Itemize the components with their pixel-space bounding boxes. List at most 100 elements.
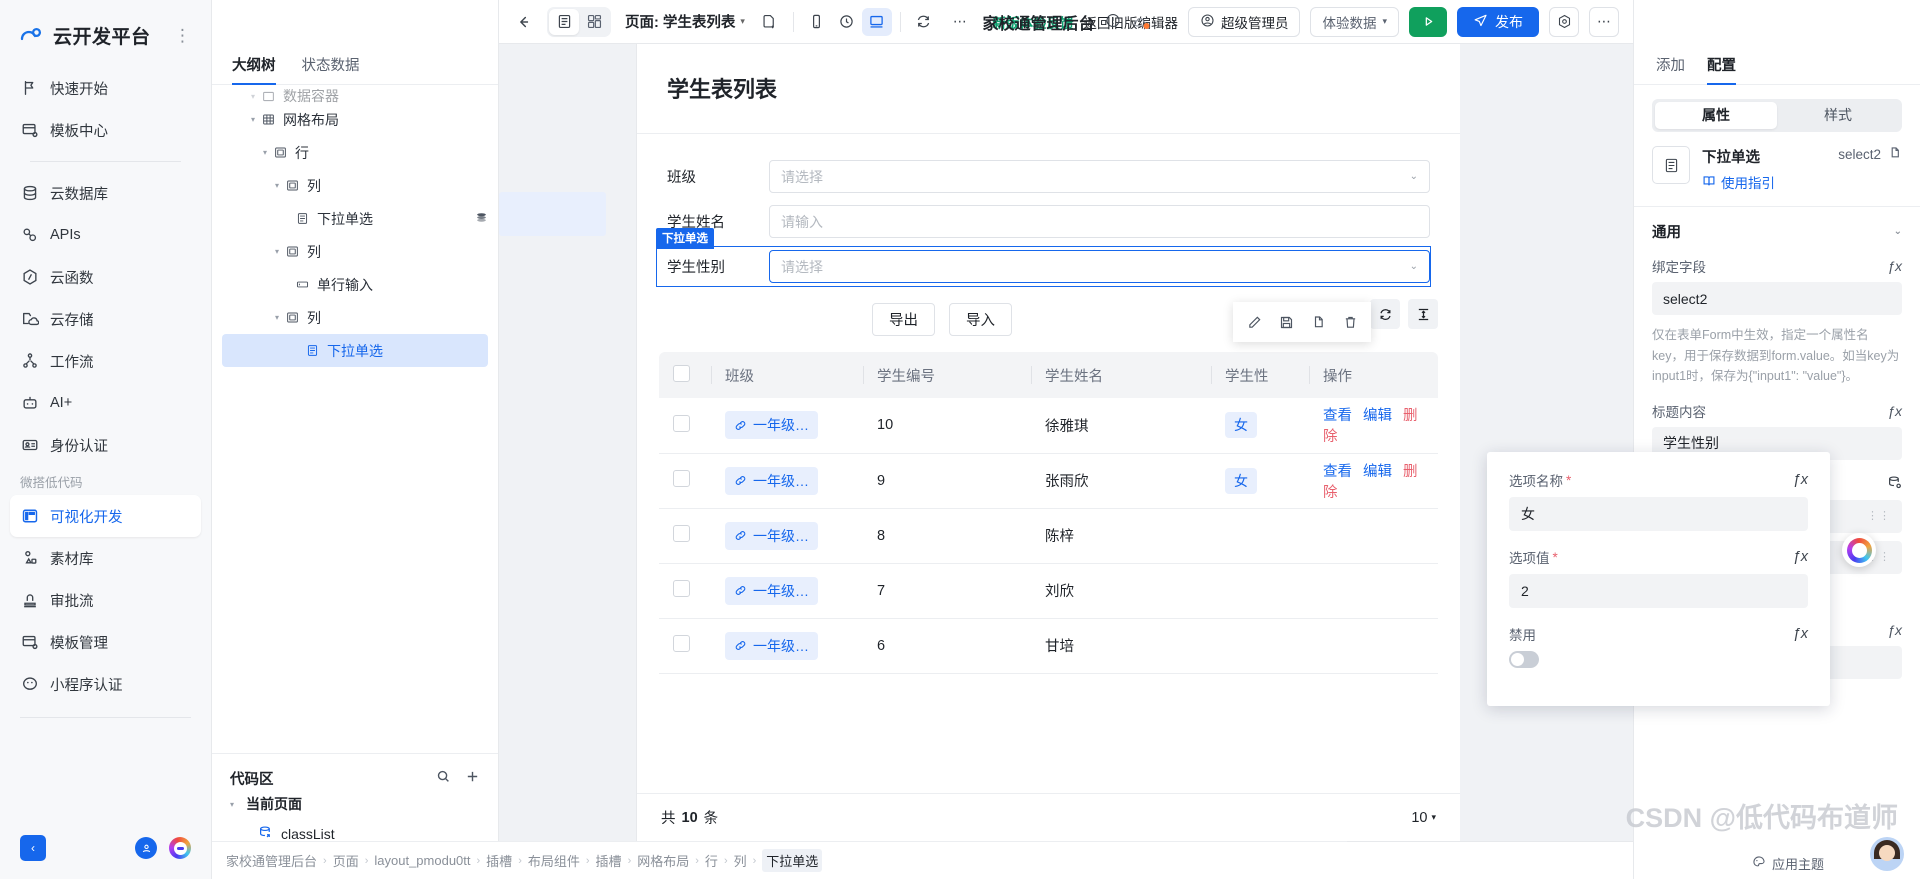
view-link[interactable]: 查看 (1323, 464, 1352, 480)
tree-node-select-selected[interactable]: 下拉单选 (222, 334, 488, 367)
row-checkbox[interactable] (673, 580, 690, 597)
option-value-input[interactable]: 2 (1509, 574, 1808, 608)
table-header-actions[interactable]: 操作 (1309, 352, 1438, 398)
sidebar-item-apis[interactable]: APIs (10, 214, 201, 256)
desktop-icon[interactable] (861, 7, 892, 36)
fx-icon[interactable]: ƒx (1793, 549, 1808, 565)
sidebar-item-functions[interactable]: 云函数 (10, 256, 201, 298)
tree-node-col[interactable]: ▾ 列 (212, 169, 498, 202)
tree-node-row[interactable]: ▾ 行 (212, 136, 498, 169)
row-checkbox[interactable] (673, 525, 690, 542)
copy-icon[interactable] (1302, 307, 1334, 337)
class-select[interactable]: 请选择 ⌄ (769, 160, 1430, 193)
publish-button[interactable]: 发布 (1457, 6, 1539, 37)
more-horizontal-icon[interactable]: ⋯ (945, 8, 975, 36)
class-link-chip[interactable]: 一年级… (725, 631, 818, 660)
segment-attributes[interactable]: 属性 (1655, 102, 1777, 129)
option-name-input[interactable]: 女 (1509, 497, 1808, 531)
tree-node[interactable]: ▾ 数据容器 (212, 89, 498, 103)
class-link-chip[interactable]: 一年级… (725, 411, 818, 440)
usage-guide-link[interactable]: 使用指引 (1702, 172, 1775, 192)
table-header-gender[interactable]: 学生性 (1211, 352, 1309, 398)
select-all-checkbox[interactable] (673, 364, 690, 382)
table-header-name[interactable]: 学生姓名 (1031, 352, 1211, 398)
fx-icon[interactable]: ƒx (1887, 258, 1902, 274)
caret-icon[interactable]: ▾ (270, 313, 284, 322)
table-row[interactable]: 一年级… 9 张雨欣 女 查看 编辑 删除 (659, 453, 1438, 509)
fx-icon[interactable]: ƒx (1793, 626, 1808, 642)
gender-select[interactable]: 请选择 ⌄ (769, 250, 1430, 283)
page-selector[interactable]: 页面: 学生表列表 ▾ (625, 11, 745, 32)
sidebar-item-quickstart[interactable]: 快速开始 (10, 67, 201, 109)
caret-icon[interactable]: ▾ (270, 247, 284, 256)
copy-icon[interactable] (1888, 146, 1902, 163)
import-button[interactable]: 导入 (949, 303, 1012, 336)
datasource-icon[interactable] (1887, 475, 1902, 493)
fx-icon[interactable]: ƒx (1887, 622, 1902, 638)
breadcrumb-item[interactable]: 插槽 (486, 851, 512, 870)
sidebar-item-visual-dev[interactable]: 可视化开发 (10, 495, 201, 537)
mobile-icon[interactable] (802, 8, 832, 36)
breadcrumb-item[interactable]: 网格布局 (637, 851, 689, 870)
plus-icon[interactable] (465, 769, 480, 788)
sidebar-item-ai[interactable]: AI+ (10, 382, 201, 424)
breadcrumb-item[interactable]: 行 (705, 851, 718, 870)
warning-circle-icon[interactable] (1105, 12, 1122, 32)
table-row[interactable]: 一年级… 6 甘培 (659, 618, 1438, 674)
gear-hex-icon[interactable] (1549, 6, 1579, 37)
sidebar-item-identity[interactable]: 身份认证 (10, 424, 201, 466)
cloud-status-icon[interactable] (1132, 13, 1150, 31)
trash-icon[interactable] (1334, 307, 1366, 337)
class-link-chip[interactable]: 一年级… (725, 576, 818, 605)
sidebar-item-assets[interactable]: 素材库 (10, 537, 201, 579)
assistant-avatar[interactable] (1870, 837, 1904, 871)
apply-theme-button[interactable]: 应用主题 (1752, 854, 1824, 873)
watch-icon[interactable] (832, 8, 862, 36)
sidebar-item-storage[interactable]: 云存储 (10, 298, 201, 340)
user-avatar-icon[interactable] (135, 837, 157, 859)
disabled-toggle[interactable] (1509, 651, 1539, 668)
sidebar-item-database[interactable]: 云数据库 (10, 172, 201, 214)
outline-panel-icon[interactable] (549, 8, 579, 35)
pencil-icon[interactable] (1238, 307, 1270, 337)
sidebar-item-template-manage[interactable]: 模板管理 (10, 621, 201, 663)
page-size-select[interactable]: 10 ▾ (1411, 810, 1436, 826)
table-row[interactable]: 一年级… 8 陈梓 (659, 508, 1438, 564)
role-button[interactable]: 超级管理员 (1187, 6, 1301, 37)
row-height-icon[interactable] (1408, 299, 1438, 329)
more-vertical-icon[interactable]: ⋮ (174, 27, 195, 44)
tree-node-input[interactable]: 单行输入 (212, 268, 498, 301)
caret-icon[interactable]: ▾ (230, 800, 246, 809)
breadcrumb-item[interactable]: 布局组件 (528, 851, 580, 870)
breadcrumb-item[interactable]: layout_pmodu0tt (374, 853, 470, 868)
search-icon[interactable] (436, 769, 451, 788)
table-row[interactable]: 一年级… 10 徐雅琪 女 查看 编辑 删除 (659, 398, 1438, 454)
assistant-orb-icon[interactable] (1842, 533, 1876, 567)
student-name-input[interactable]: 请输入 (769, 205, 1430, 238)
sidebar-item-templates[interactable]: 模板中心 (10, 109, 201, 151)
sidebar-item-approval[interactable]: 审批流 (10, 579, 201, 621)
breadcrumb-item[interactable]: 插槽 (596, 851, 622, 870)
chat-orb-icon[interactable] (169, 837, 191, 859)
edit-link[interactable]: 编辑 (1363, 464, 1392, 480)
fx-icon[interactable]: ƒx (1887, 403, 1902, 419)
sidebar-item-workflow[interactable]: 工作流 (10, 340, 201, 382)
run-button[interactable] (1409, 6, 1447, 37)
env-select[interactable]: 体验数据 ▾ (1310, 6, 1399, 37)
tree-node-col-2[interactable]: ▾ 列 (212, 235, 498, 268)
view-link[interactable]: 查看 (1323, 408, 1352, 424)
tree-node-col-3[interactable]: ▾ 列 (212, 301, 498, 334)
tab-add[interactable]: 添加 (1656, 44, 1685, 85)
refresh-icon[interactable] (909, 8, 939, 36)
table-row[interactable]: 一年级… 7 刘欣 (659, 563, 1438, 619)
caret-icon[interactable]: ▾ (246, 115, 260, 124)
sidebar-item-miniprogram[interactable]: 小程序认证 (10, 663, 201, 705)
new-page-icon[interactable] (755, 8, 785, 36)
table-header-studentno[interactable]: 学生编号 (863, 352, 1031, 398)
class-link-chip[interactable]: 一年级… (725, 521, 818, 550)
tab-state-data[interactable]: 状态数据 (302, 44, 360, 85)
section-general-header[interactable]: 通用 ⌄ (1634, 207, 1920, 252)
fx-icon[interactable]: ƒx (1793, 472, 1808, 488)
row-checkbox[interactable] (673, 635, 690, 652)
tree-node-grid[interactable]: ▾ 网格布局 (212, 103, 498, 136)
